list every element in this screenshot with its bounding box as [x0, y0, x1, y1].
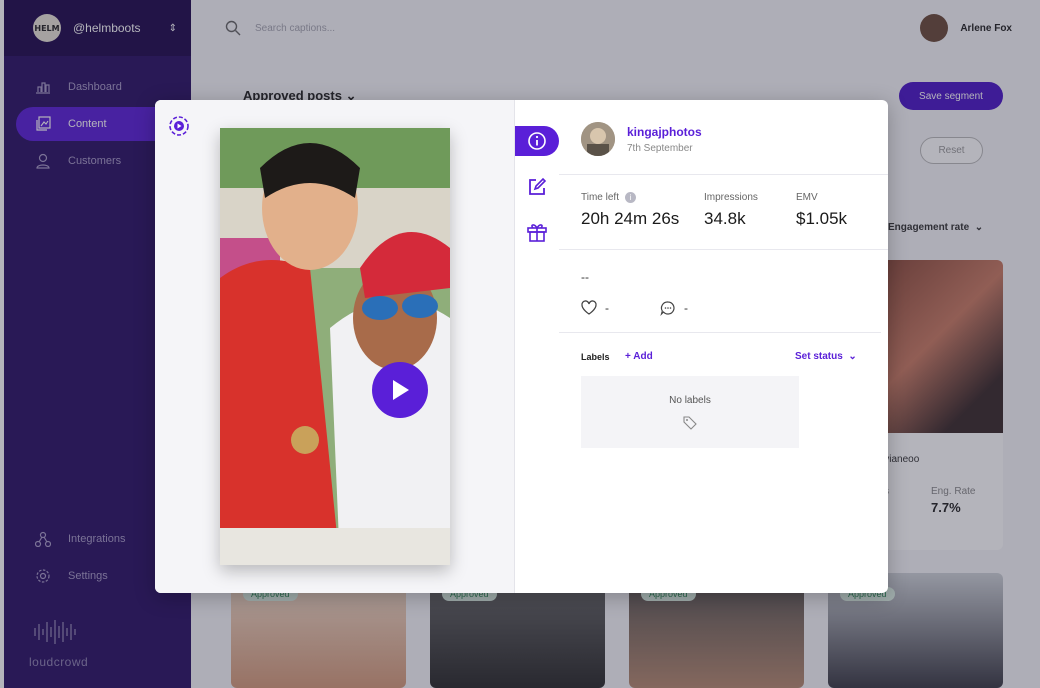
stat-value: 34.8k — [704, 209, 746, 228]
comment-icon — [660, 301, 675, 316]
post-detail-modal: kingajphotos 7th September Time left i 20… — [155, 100, 888, 593]
set-status-label: Set status — [795, 351, 843, 362]
stat-time-left: Time left i 20h 24m 26s — [581, 192, 679, 229]
tag-icon — [683, 415, 697, 430]
info-icon — [528, 132, 546, 150]
post-caption: -- — [581, 270, 589, 284]
comments-count: - — [660, 300, 688, 316]
add-label-button[interactable]: + Add — [625, 351, 653, 362]
stat-label: Impressions — [704, 192, 758, 203]
divider — [559, 174, 888, 175]
app-root: HELM @helmboots ⇕ Dashboard Content Cust… — [0, 0, 1040, 688]
modal-side-tabs — [515, 100, 559, 593]
stat-label: EMV — [796, 192, 818, 203]
stat-label: Time left — [581, 192, 619, 203]
labels-heading: Labels — [581, 352, 610, 362]
creator-profile[interactable]: kingajphotos 7th September — [581, 122, 702, 156]
tab-gift[interactable] — [515, 217, 559, 247]
divider — [559, 249, 888, 250]
stat-value: $1.05k — [796, 209, 848, 228]
no-labels-text: No labels — [669, 394, 711, 406]
play-button[interactable] — [372, 362, 428, 418]
labels-empty-state: No labels — [581, 376, 799, 448]
likes-value: - — [605, 300, 609, 315]
divider — [559, 332, 881, 333]
gift-icon — [527, 224, 547, 242]
set-status-dropdown[interactable]: Set status ⌄ — [795, 351, 857, 362]
post-photo — [220, 128, 450, 565]
heart-icon — [581, 300, 597, 315]
story-icon — [168, 115, 190, 142]
media-pane — [155, 100, 515, 593]
avatar — [581, 122, 615, 156]
play-icon — [393, 380, 409, 400]
post-details: kingajphotos 7th September Time left i 20… — [559, 100, 888, 593]
tab-edit[interactable] — [515, 172, 559, 202]
creator-username[interactable]: kingajphotos — [627, 125, 702, 139]
comments-value: - — [684, 301, 688, 315]
stat-impressions: Impressions 34.8k — [704, 192, 758, 229]
tab-info[interactable] — [515, 126, 559, 156]
post-date: 7th September — [627, 142, 693, 154]
likes-count: - — [581, 300, 609, 315]
stat-value: 20h 24m 26s — [581, 209, 680, 228]
chevron-down-icon: ⌄ — [848, 351, 857, 362]
info-icon[interactable]: i — [624, 192, 636, 203]
stat-emv: EMV $1.05k — [796, 192, 847, 229]
edit-icon — [529, 177, 547, 195]
